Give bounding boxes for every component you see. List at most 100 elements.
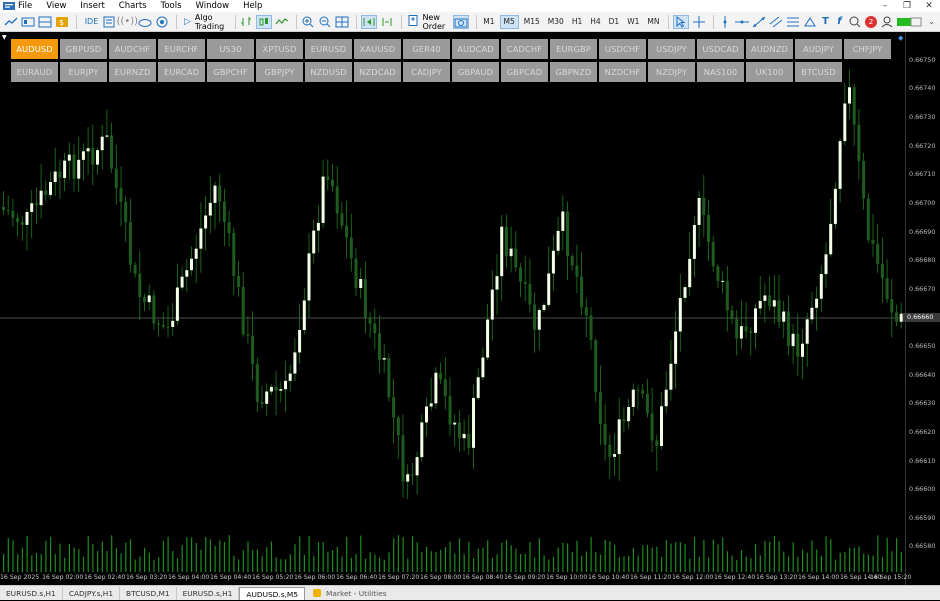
notifications-icon[interactable]: 2: [864, 15, 877, 29]
horizontal-line-icon[interactable]: [734, 15, 749, 29]
symbol-button-euraud[interactable]: EURAUD: [11, 62, 58, 82]
timeframe-d1[interactable]: D1: [606, 15, 623, 29]
text-icon[interactable]: T: [820, 15, 831, 29]
candle-body: [406, 474, 410, 482]
trend-line-icon[interactable]: [752, 15, 766, 29]
tile-windows-icon[interactable]: [335, 15, 349, 29]
indicators-icon[interactable]: f: [834, 15, 845, 29]
symbol-button-nzdcad[interactable]: NZDCAD: [354, 62, 401, 82]
menu-charts[interactable]: Charts: [119, 1, 147, 11]
symbol-button-nas100[interactable]: NAS100: [697, 62, 744, 82]
candle-body: [486, 319, 490, 358]
signals-icon[interactable]: ((•)): [117, 15, 139, 29]
symbol-button-audusd[interactable]: AUDUSD: [11, 39, 58, 59]
timeframe-w1[interactable]: W1: [624, 15, 642, 29]
candle-body: [6, 210, 10, 212]
menu-help[interactable]: Help: [243, 1, 262, 11]
strategy-tester-icon[interactable]: [102, 15, 116, 29]
line-chart-icon[interactable]: [275, 15, 289, 29]
candlestick-icon[interactable]: [256, 14, 273, 29]
shapes-icon[interactable]: [803, 15, 817, 29]
symbol-button-eurchf[interactable]: EURCHF: [158, 39, 205, 59]
menu-file[interactable]: File: [18, 1, 32, 11]
zoom-out-icon[interactable]: [318, 15, 332, 29]
search-icon[interactable]: [848, 15, 862, 29]
timeframe-h4[interactable]: H4: [587, 15, 603, 29]
symbol-button-audchf[interactable]: AUDCHF: [109, 39, 156, 59]
chart-type-icon[interactable]: [4, 15, 18, 29]
symbol-button-eurgbp[interactable]: EURGBP: [550, 39, 597, 59]
cursor-icon[interactable]: [673, 14, 690, 29]
community-icon[interactable]: [155, 15, 169, 29]
symbol-button-chfjpy[interactable]: CHFJPY: [844, 39, 891, 59]
chart-window[interactable]: ▼ AUDUSD GBPUSD AUDCHF EURCHF US30 XPTUS…: [0, 32, 940, 585]
symbol-button-eurjpy[interactable]: EURJPY: [60, 62, 107, 82]
symbol-button-gbpchf[interactable]: GBPCHF: [207, 62, 254, 82]
symbol-button-xptusd[interactable]: XPTUSD: [256, 39, 303, 59]
tab-btcusd-m1[interactable]: BTCUSD,M1: [120, 586, 177, 600]
timeframe-m5[interactable]: M5: [499, 14, 519, 29]
tab-cadjpy-h1[interactable]: CADJPY.s,H1: [63, 586, 121, 600]
timeframe-mn[interactable]: MN: [644, 15, 662, 29]
symbol-button-usdjpy[interactable]: USDJPY: [648, 39, 695, 59]
symbol-button-gbpaud[interactable]: GBPAUD: [452, 62, 499, 82]
fibonacci-icon[interactable]: [786, 15, 800, 29]
timeframe-m15[interactable]: M15: [521, 15, 543, 29]
candle-body: [255, 364, 259, 402]
symbol-button-btcusd[interactable]: BTCUSD: [795, 62, 842, 82]
symbol-button-xauusd[interactable]: XAUUSD: [354, 39, 401, 59]
algo-trading-button[interactable]: ▷ Algo Trading: [181, 13, 229, 31]
symbol-button-usdchf[interactable]: USDCHF: [599, 39, 646, 59]
symbol-button-uk100[interactable]: UK100: [746, 62, 793, 82]
symbol-button-gbpjpy[interactable]: GBPJPY: [256, 62, 303, 82]
candlestick-chart[interactable]: [0, 32, 905, 585]
tab-eurusd-h1-2[interactable]: EURUSD.s,H1: [177, 586, 240, 600]
symbol-button-audcad[interactable]: AUDCAD: [452, 39, 499, 59]
symbol-button-eurnzd[interactable]: EURNZD: [109, 62, 156, 82]
vps-cloud-icon[interactable]: [138, 15, 152, 29]
symbol-button-nzdusd[interactable]: NZDUSD: [305, 62, 352, 82]
timeframe-m1[interactable]: M1: [480, 15, 497, 29]
timeframe-h1[interactable]: H1: [569, 15, 585, 29]
chevron-down-icon[interactable]: ⌄: [926, 15, 937, 29]
symbol-button-gbpnzd[interactable]: GBPNZD: [550, 62, 597, 82]
symbol-button-cadjpy[interactable]: CADJPY: [403, 62, 450, 82]
vertical-line-icon[interactable]: [718, 15, 732, 29]
channel-icon[interactable]: [769, 15, 783, 29]
symbol-button-audnzd[interactable]: AUDNZD: [746, 39, 793, 59]
screenshot-icon[interactable]: [452, 14, 469, 29]
symbol-button-eurusd[interactable]: EURUSD: [305, 39, 352, 59]
bar-chart-icon[interactable]: [239, 15, 253, 29]
menu-insert[interactable]: Insert: [80, 1, 104, 11]
market-watch-icon[interactable]: $: [55, 15, 69, 29]
tab-market-utilities[interactable]: Market - Utilities: [313, 589, 387, 598]
profiles-icon[interactable]: [38, 15, 52, 29]
new-order-button[interactable]: New Order: [405, 13, 450, 31]
menu-view[interactable]: View: [46, 1, 66, 11]
symbol-button-gbpusd[interactable]: GBPUSD: [60, 39, 107, 59]
symbol-button-gbpcad[interactable]: GBPCAD: [501, 62, 548, 82]
crosshair-icon[interactable]: [692, 15, 706, 29]
tab-audusd-m5[interactable]: AUDUSD.s,M5: [239, 586, 305, 600]
symbol-button-nzdchf[interactable]: NZDCHF: [599, 62, 646, 82]
add-chart-icon[interactable]: [21, 15, 35, 29]
account-icon[interactable]: [880, 15, 894, 29]
symbol-button-cadchf[interactable]: CADCHF: [501, 39, 548, 59]
menu-window[interactable]: Window: [196, 1, 230, 11]
minimize-icon[interactable]: –: [874, 1, 896, 11]
ide-button[interactable]: IDE: [85, 17, 99, 26]
chart-shift-icon[interactable]: [380, 15, 394, 29]
symbol-button-ger40[interactable]: GER40: [403, 39, 450, 59]
zoom-in-icon[interactable]: [301, 15, 315, 29]
auto-scroll-icon[interactable]: [360, 14, 377, 29]
symbol-button-us30[interactable]: US30: [207, 39, 254, 59]
symbol-button-usdcad[interactable]: USDCAD: [697, 39, 744, 59]
restore-icon[interactable]: ❐: [896, 1, 918, 11]
timeframe-m30[interactable]: M30: [545, 15, 567, 29]
close-icon[interactable]: ✕: [918, 1, 940, 11]
symbol-button-audjpy[interactable]: AUDJPY: [795, 39, 842, 59]
menu-tools[interactable]: Tools: [161, 1, 182, 11]
tab-eurusd-h1[interactable]: EURUSD.s,H1: [0, 586, 63, 600]
symbol-button-eurcad[interactable]: EURCAD: [158, 62, 205, 82]
symbol-button-nzdjpy[interactable]: NZDJPY: [648, 62, 695, 82]
